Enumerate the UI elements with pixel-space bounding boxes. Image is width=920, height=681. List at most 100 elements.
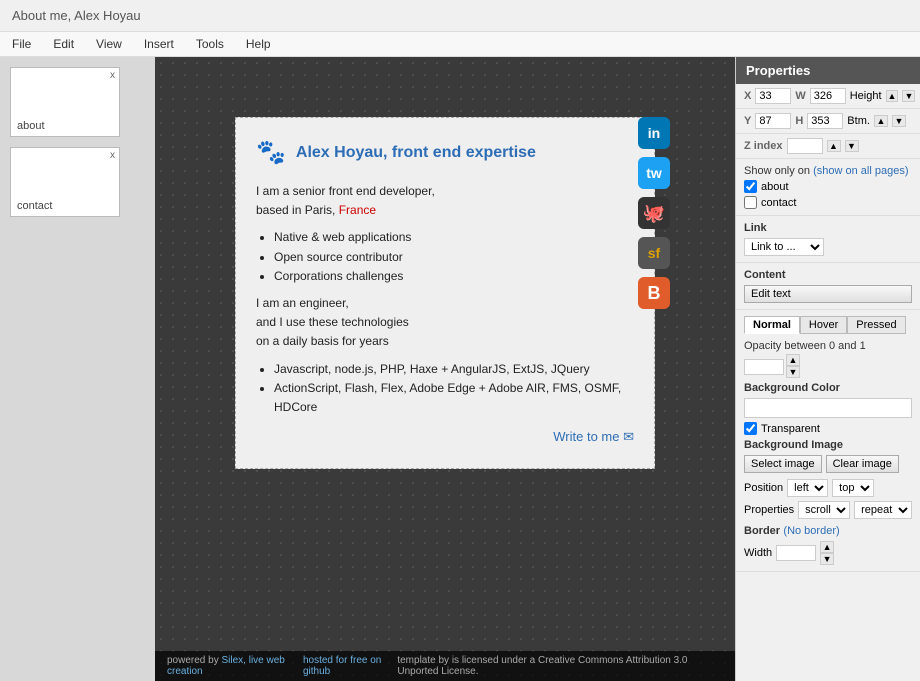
link-section: Link Link to ... — [736, 216, 920, 263]
menu-help[interactable]: Help — [242, 35, 275, 53]
sf-icon[interactable]: sf — [638, 237, 670, 269]
position-left-select[interactable]: left — [787, 479, 828, 497]
card-body: I am a senior front end developer, based… — [256, 182, 634, 448]
properties-label: Properties — [744, 504, 794, 516]
width-row: Width ▲ ▼ — [744, 541, 912, 565]
h-input[interactable] — [807, 113, 843, 129]
paw-icon: 🐾 — [256, 138, 286, 167]
show-all-pages-link[interactable]: (show on all pages) — [813, 165, 908, 177]
clear-image-button[interactable]: Clear image — [826, 455, 899, 473]
tab-normal[interactable]: Normal — [744, 316, 800, 334]
state-tabs: Normal Hover Pressed — [744, 316, 912, 334]
canvas-footer: powered by Silex, live web creation host… — [155, 651, 735, 681]
menu-tools[interactable]: Tools — [192, 35, 228, 53]
tab-hover[interactable]: Hover — [800, 316, 847, 334]
write-to-me[interactable]: Write to me ✉ — [256, 427, 634, 448]
close-contact-icon[interactable]: x — [110, 150, 115, 161]
list2-item2: ActionScript, Flash, Flex, Adobe Edge + … — [274, 379, 634, 417]
left-sidebar: x about x contact — [0, 57, 155, 681]
bg-image-section: Background Image Select image Clear imag… — [744, 439, 912, 519]
blogger-icon[interactable]: B — [638, 277, 670, 309]
edit-text-button[interactable]: Edit text — [744, 285, 912, 303]
btm-label: Btm. — [847, 115, 870, 127]
show-only-row: Show only on (show on all pages) — [744, 165, 912, 177]
width-label: Width — [744, 547, 772, 559]
w-input[interactable] — [810, 88, 846, 104]
page-thumb-about[interactable]: x about — [10, 67, 120, 137]
intro-line2: based in Paris, France — [256, 203, 376, 217]
btm-spin-up[interactable]: ▲ — [874, 115, 888, 127]
menu-bar: File Edit View Insert Tools Help — [0, 32, 920, 57]
list2-item1: Javascript, node.js, PHP, Haxe + Angular… — [274, 360, 634, 379]
bg-image-title: Background Image — [744, 439, 912, 451]
height-spin-down[interactable]: ▼ — [902, 90, 915, 102]
close-about-icon[interactable]: x — [110, 70, 115, 81]
width-input[interactable] — [776, 545, 816, 561]
bg-color-box[interactable] — [744, 398, 912, 418]
border-link[interactable]: (No border) — [783, 525, 839, 537]
checkbox-about-row: about — [744, 180, 912, 193]
title-bar: About me, Alex Hoyau — [0, 0, 920, 32]
width-spin-up[interactable]: ▲ — [820, 541, 834, 553]
select-image-button[interactable]: Select image — [744, 455, 822, 473]
menu-edit[interactable]: Edit — [49, 35, 78, 53]
show-only-label: Show only on — [744, 165, 810, 177]
zindex-spin-up[interactable]: ▲ — [827, 140, 841, 152]
border-section: Border (No border) Width ▲ ▼ — [744, 523, 912, 565]
list1-item3: Corporations challenges — [274, 267, 634, 286]
bg-image-buttons: Select image Clear image — [744, 455, 912, 473]
h-label: H — [795, 115, 803, 127]
tab-pressed[interactable]: Pressed — [847, 316, 905, 334]
properties-row: Properties scroll repeat — [744, 501, 912, 519]
content-section: Content Edit text — [736, 263, 920, 310]
coord-row-yh: Y H Btm. ▲ ▼ — [736, 109, 920, 134]
menu-view[interactable]: View — [92, 35, 126, 53]
intro-line1: I am a senior front end developer, based… — [256, 182, 634, 220]
zindex-input[interactable] — [787, 138, 823, 154]
footer-right: template by is licensed under a Creative… — [397, 655, 723, 677]
coord-row-xy: X W Height ▲ ▼ — [736, 84, 920, 109]
position-row: Position left top — [744, 479, 912, 497]
x-input[interactable] — [755, 88, 791, 104]
link-select[interactable]: Link to ... — [744, 238, 824, 256]
checkbox-contact-label: contact — [761, 197, 796, 209]
y-input[interactable] — [755, 113, 791, 129]
y-label: Y — [744, 115, 751, 127]
zindex-label: Z index — [744, 140, 783, 152]
height-spin-up[interactable]: ▲ — [886, 90, 899, 102]
bg-color-section: Background Color Transparent — [744, 382, 912, 435]
footer-left: powered by Silex, live web creation — [167, 655, 303, 677]
scroll-select[interactable]: scroll — [798, 501, 850, 519]
transparent-checkbox[interactable] — [744, 422, 757, 435]
opacity-label: Opacity — [744, 340, 781, 352]
zindex-spin-down[interactable]: ▼ — [845, 140, 859, 152]
list1: Native & web applications Open source co… — [274, 228, 634, 286]
card-header: 🐾 Alex Hoyau, front end expertise — [256, 138, 634, 167]
list2: Javascript, node.js, PHP, Haxe + Angular… — [274, 360, 634, 418]
linkedin-icon[interactable]: in — [638, 117, 670, 149]
w-label: W — [795, 90, 805, 102]
page-contact-label: contact — [17, 200, 52, 212]
btm-spin-down[interactable]: ▼ — [892, 115, 906, 127]
repeat-select[interactable]: repeat — [854, 501, 912, 519]
list1-item1: Native & web applications — [274, 228, 634, 247]
twitter-icon[interactable]: tw — [638, 157, 670, 189]
bg-color-title: Background Color — [744, 382, 912, 394]
position-label: Position — [744, 482, 783, 494]
position-top-select[interactable]: top — [832, 479, 874, 497]
checkbox-about[interactable] — [744, 180, 757, 193]
opacity-input[interactable] — [744, 359, 784, 375]
border-title: Border — [744, 525, 780, 537]
checkbox-contact[interactable] — [744, 196, 757, 209]
menu-file[interactable]: File — [8, 35, 35, 53]
page-thumb-contact[interactable]: x contact — [10, 147, 120, 217]
content-card[interactable]: 🐾 Alex Hoyau, front end expertise I am a… — [235, 117, 655, 469]
opacity-spin-down[interactable]: ▼ — [786, 366, 800, 378]
menu-insert[interactable]: Insert — [140, 35, 178, 53]
width-spin-down[interactable]: ▼ — [820, 553, 834, 565]
opacity-spin-up[interactable]: ▲ — [786, 354, 800, 366]
app-title: About me, Alex Hoyau — [12, 8, 141, 23]
github-link[interactable]: hosted for free on github — [303, 655, 397, 677]
github-icon[interactable]: 🐙 — [638, 197, 670, 229]
silex-link[interactable]: Silex, live web creation — [167, 655, 285, 677]
